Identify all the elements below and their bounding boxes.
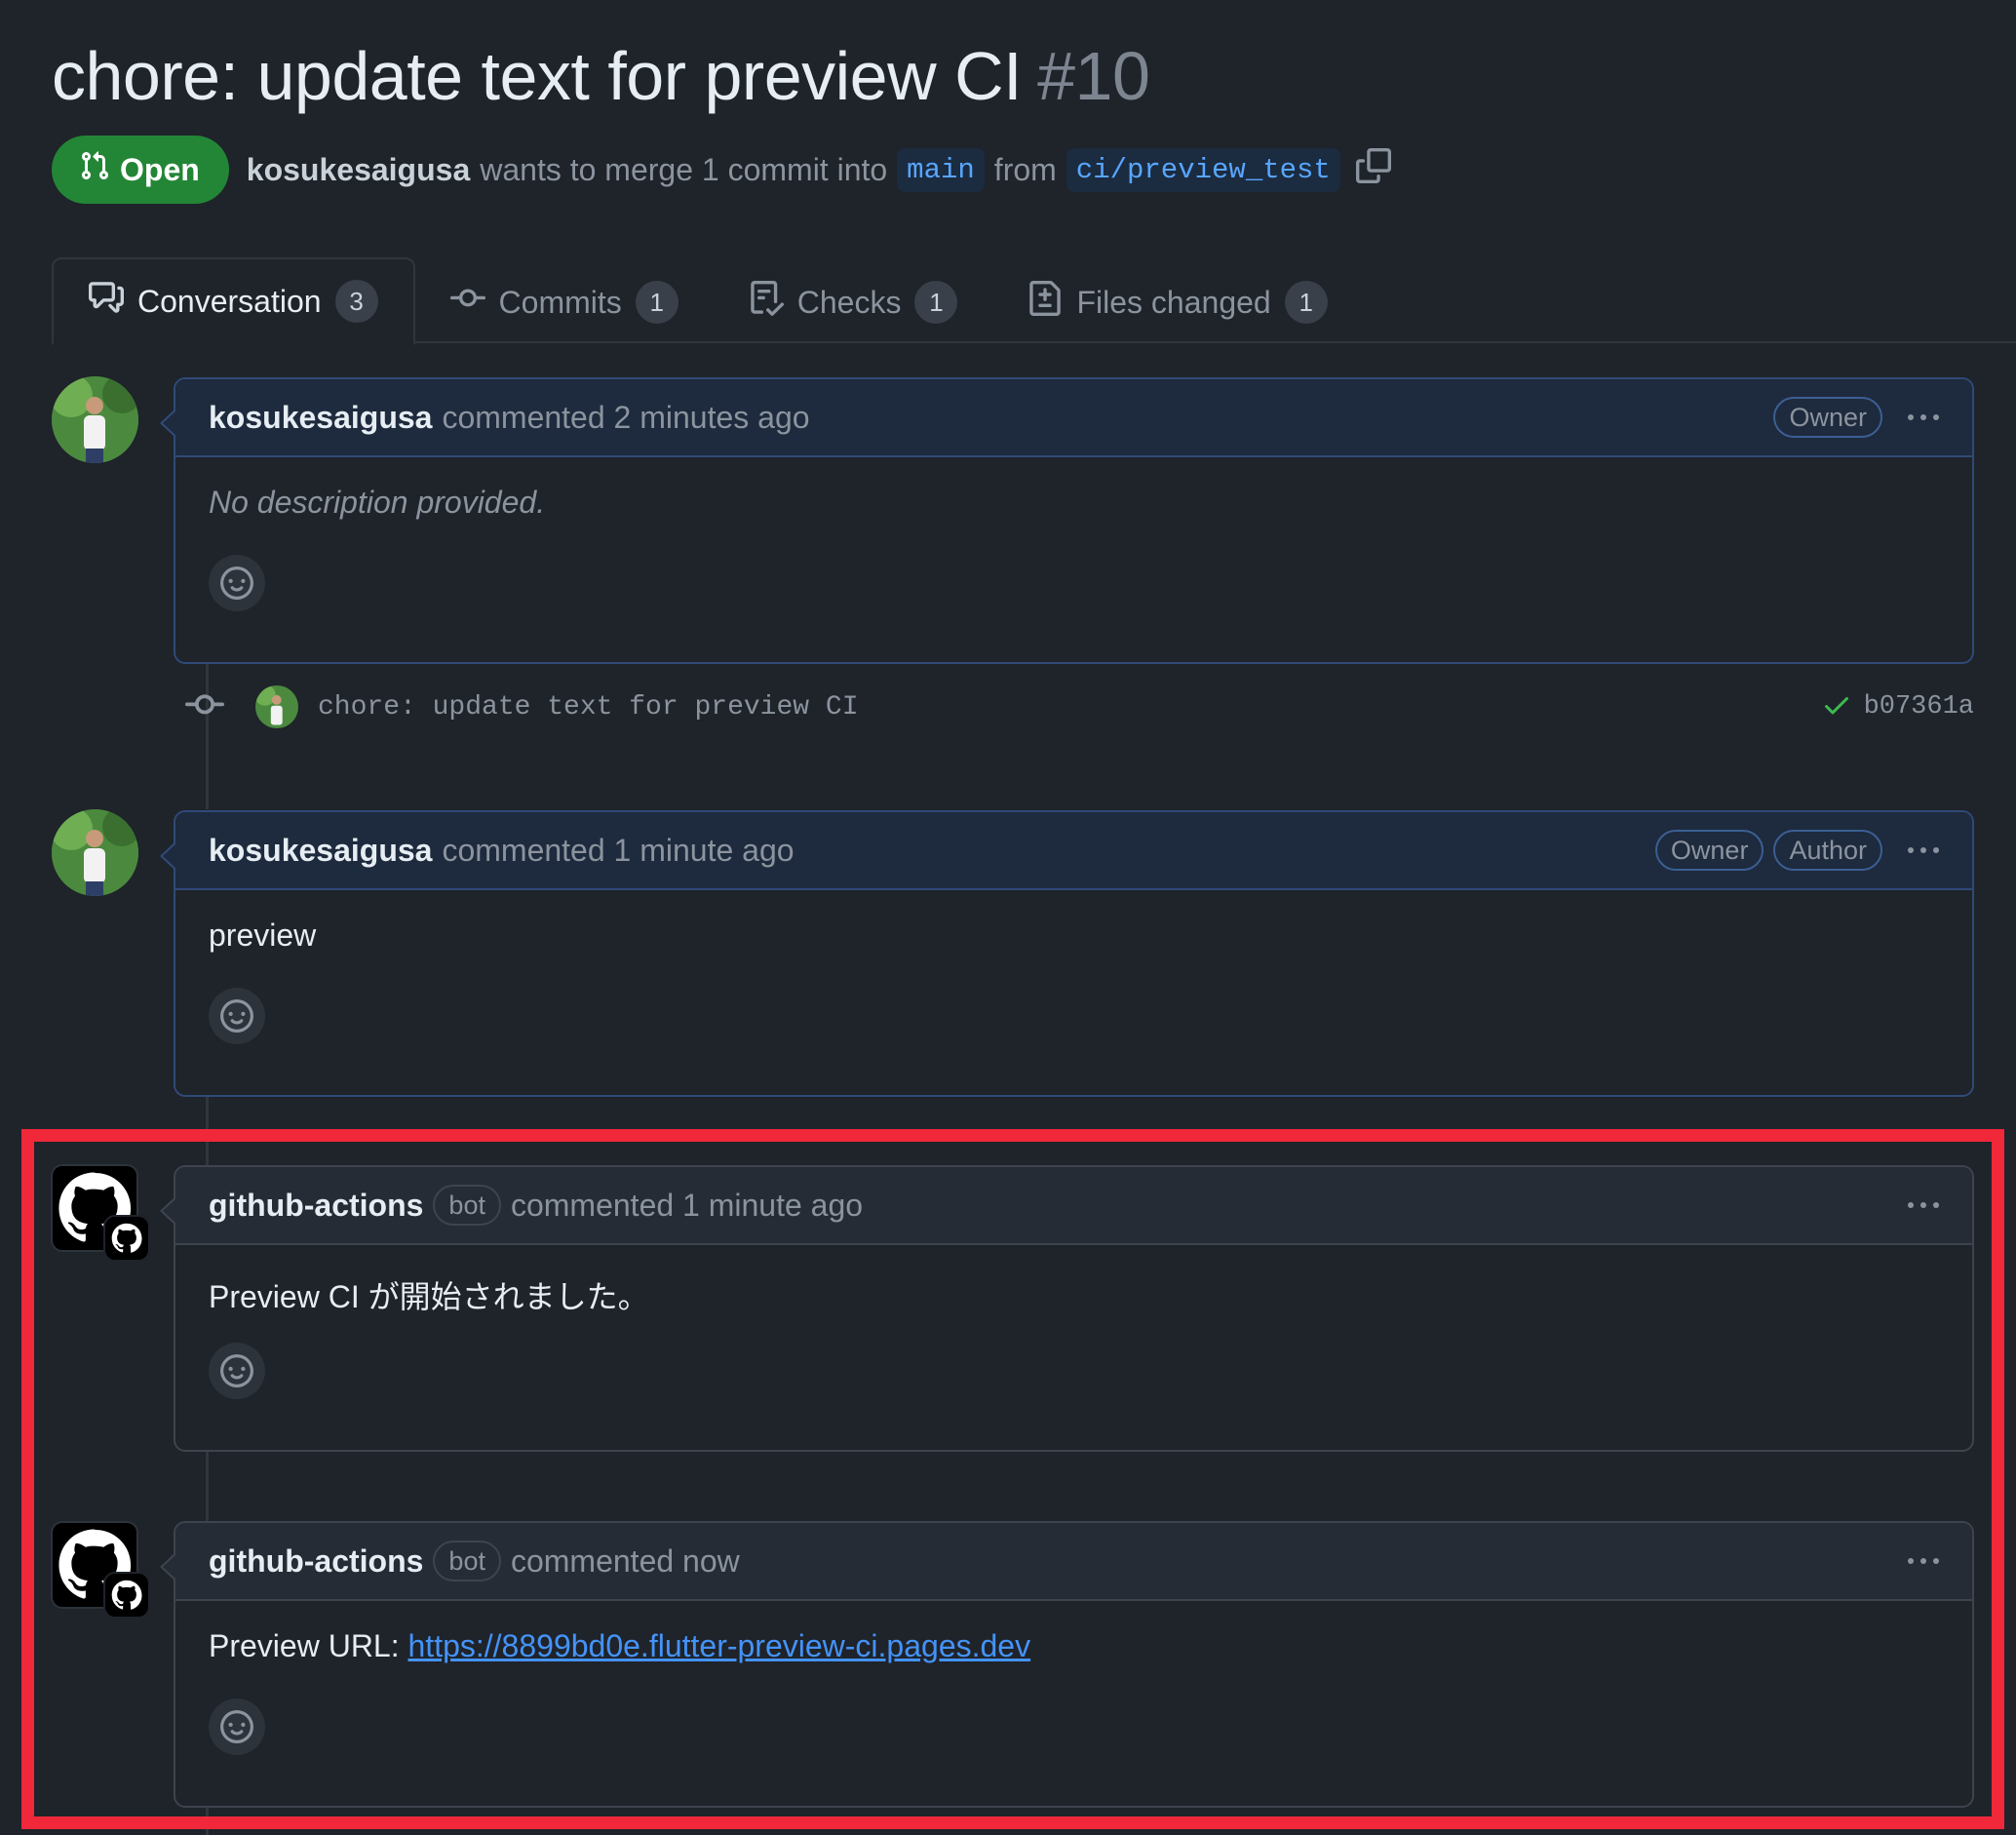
kebab-menu-icon[interactable]	[1908, 414, 1939, 420]
comment-author[interactable]: github-actions	[209, 1543, 423, 1580]
kebab-menu-icon[interactable]	[1908, 1558, 1939, 1564]
pr-title-text: chore: update text for preview CI	[52, 38, 1023, 114]
merge-from-text: from	[993, 151, 1057, 187]
bot-label: bot	[433, 1541, 501, 1581]
comment-header: github-actions bot commented 1 minute ag…	[175, 1167, 1972, 1245]
git-commit-icon	[449, 281, 485, 324]
github-actions-badge	[103, 1215, 150, 1262]
merge-description: kosukesaigusa wants to merge 1 commit in…	[247, 147, 1391, 192]
smiley-icon	[220, 1710, 253, 1743]
smiley-icon	[220, 1354, 253, 1387]
pr-author-link[interactable]: kosukesaigusa	[247, 152, 470, 188]
preview-url-link[interactable]: https://8899bd0e.flutter-preview-ci.page…	[408, 1628, 1031, 1663]
comment-card: github-actions bot commented now Preview…	[160, 1521, 1974, 1808]
comment-text: Preview CI が開始されました。	[209, 1279, 649, 1314]
tab-counter: 1	[635, 281, 678, 324]
commit-author-avatar[interactable]	[255, 685, 298, 728]
comment-body: No description provided.	[175, 457, 1972, 611]
preview-url-label: Preview URL:	[209, 1628, 400, 1663]
comment-header: kosukesaigusa commented 2 minutes ago Ow…	[175, 379, 1972, 457]
comment-author[interactable]: github-actions	[209, 1188, 423, 1224]
comment-discussion-icon	[89, 280, 124, 323]
comment-text: Preview URL: https://8899bd0e.flutter-pr…	[209, 1601, 1939, 1698]
kebab-menu-icon[interactable]	[1908, 847, 1939, 853]
comment-timestamp[interactable]: commented 1 minute ago	[442, 833, 794, 869]
bot-avatar[interactable]	[51, 1164, 150, 1262]
base-branch[interactable]: main	[897, 147, 985, 192]
tab-label: Files changed	[1076, 284, 1271, 320]
tab-conversation[interactable]: Conversation 3	[52, 257, 415, 345]
tab-counter: 1	[914, 281, 958, 324]
commit-sha[interactable]: b07361a	[1864, 692, 1974, 722]
add-reaction-button[interactable]	[209, 1343, 265, 1399]
file-diff-icon	[1027, 281, 1063, 324]
pr-state-badge: Open	[52, 136, 229, 204]
bot-label: bot	[433, 1185, 501, 1226]
smiley-icon	[220, 999, 253, 1033]
author-label: Author	[1773, 830, 1882, 871]
tab-commits[interactable]: Commits 1	[415, 259, 714, 345]
commit-message[interactable]: chore: update text for preview CI	[318, 692, 859, 722]
head-branch[interactable]: ci/preview_test	[1066, 147, 1340, 192]
tab-label: Conversation	[137, 283, 322, 319]
kebab-menu-icon[interactable]	[1908, 1202, 1939, 1208]
comment-card: kosukesaigusa commented 2 minutes ago Ow…	[160, 377, 1974, 664]
avatar[interactable]	[52, 376, 138, 463]
commit-row: chore: update text for preview CI b07361…	[185, 683, 1974, 731]
comment-header: kosukesaigusa commented 1 minute ago Own…	[175, 812, 1972, 890]
comment-author[interactable]: kosukesaigusa	[209, 833, 432, 869]
merge-text: wants to merge 1 commit into	[480, 151, 888, 187]
pr-number: #10	[1037, 38, 1150, 114]
pr-tabs: Conversation 3 Commits 1 Checks 1 Files …	[52, 257, 1363, 345]
comment-body: preview	[175, 890, 1972, 1044]
comment-timestamp[interactable]: commented 1 minute ago	[511, 1188, 863, 1224]
pr-title: chore: update text for preview CI #10	[52, 37, 1150, 115]
comment-body: Preview CI が開始されました。	[175, 1245, 1972, 1399]
github-actions-badge	[103, 1572, 150, 1619]
tab-label: Checks	[796, 284, 902, 320]
comment-author[interactable]: kosukesaigusa	[209, 400, 432, 436]
smiley-icon	[220, 566, 253, 600]
timeline-line	[206, 1094, 209, 1168]
tab-checks[interactable]: Checks 1	[714, 259, 993, 345]
github-mark-icon	[111, 1223, 142, 1253]
timeline-line	[206, 1449, 209, 1525]
add-reaction-button[interactable]	[209, 988, 265, 1044]
avatar[interactable]	[52, 809, 138, 896]
github-mark-icon	[111, 1580, 142, 1610]
owner-label: Owner	[1654, 830, 1764, 871]
tab-counter: 3	[334, 280, 378, 323]
pr-meta: Open kosukesaigusa wants to merge 1 comm…	[52, 136, 1391, 204]
owner-label: Owner	[1773, 397, 1882, 438]
git-pull-request-icon	[79, 150, 110, 189]
tab-counter: 1	[1284, 281, 1328, 324]
comment-timestamp[interactable]: commented now	[511, 1543, 740, 1580]
add-reaction-button[interactable]	[209, 1698, 265, 1755]
comment-card: kosukesaigusa commented 1 minute ago Own…	[160, 810, 1974, 1097]
comment-card: github-actions bot commented 1 minute ag…	[160, 1165, 1974, 1452]
copy-icon[interactable]	[1355, 148, 1391, 191]
bot-avatar[interactable]	[51, 1521, 150, 1619]
comment-body: Preview URL: https://8899bd0e.flutter-pr…	[175, 1601, 1972, 1755]
git-commit-icon	[185, 685, 224, 729]
comment-header: github-actions bot commented now	[175, 1523, 1972, 1601]
pr-state-label: Open	[120, 151, 200, 187]
comment-text: No description provided.	[209, 485, 546, 520]
timeline-line	[206, 1806, 209, 1835]
check-icon[interactable]	[1821, 689, 1852, 725]
tab-files-changed[interactable]: Files changed 1	[992, 259, 1362, 345]
add-reaction-button[interactable]	[209, 555, 265, 611]
tab-label: Commits	[498, 284, 622, 320]
comment-timestamp[interactable]: commented 2 minutes ago	[442, 400, 809, 436]
comment-text: preview	[209, 918, 317, 953]
checklist-icon	[749, 281, 784, 324]
